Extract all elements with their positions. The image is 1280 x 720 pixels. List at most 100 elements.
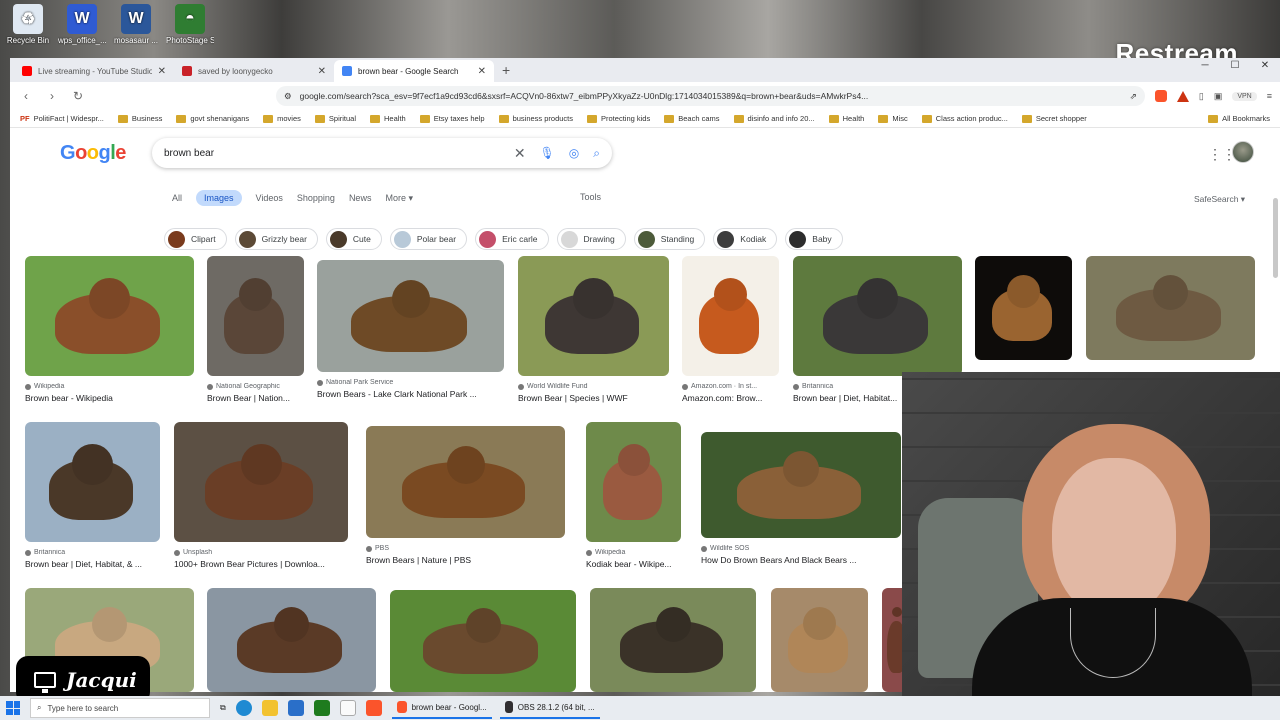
- bookmark-item[interactable]: Protecting kids: [587, 114, 650, 123]
- result-thumbnail[interactable]: [25, 422, 160, 542]
- microphone-icon[interactable]: 🎙: [540, 146, 555, 160]
- result-title[interactable]: Brown Bear | Species | WWF: [518, 393, 669, 403]
- image-result[interactable]: Britannica Brown bear | Diet, Habitat, & …: [25, 422, 160, 569]
- bookmark-item[interactable]: Secret shopper: [1021, 114, 1087, 123]
- bookmark-item[interactable]: PF PolitiFact | Widespr...: [20, 114, 104, 123]
- result-thumbnail[interactable]: [366, 426, 565, 538]
- taskbar-app[interactable]: OBS 28.1.2 (64 bit, ...: [499, 697, 600, 719]
- wallet-icon[interactable]: ▣: [1214, 91, 1223, 102]
- image-result[interactable]: Wikipedia Kodiak bear - Wikipe...: [586, 422, 681, 569]
- bookmark-item[interactable]: Etsy taxes help: [419, 114, 485, 123]
- refinement-chip[interactable]: Drawing: [556, 228, 626, 250]
- bookmark-item[interactable]: Health: [828, 114, 864, 123]
- refinement-chip[interactable]: Grizzly bear: [234, 228, 318, 250]
- image-result[interactable]: World Wildlife Fund Brown Bear | Species …: [518, 256, 669, 403]
- result-thumbnail[interactable]: [1086, 256, 1255, 360]
- mail-icon[interactable]: [287, 700, 304, 716]
- result-thumbnail[interactable]: [682, 256, 779, 376]
- browser-tab[interactable]: brown bear - Google Search ✕: [334, 60, 494, 82]
- brave-icon[interactable]: [365, 700, 382, 716]
- close-window-button[interactable]: ✕: [1250, 60, 1280, 71]
- image-result[interactable]: Unsplash 1000+ Brown Bear Pictures | Down…: [174, 422, 348, 569]
- edge-icon[interactable]: [235, 700, 252, 716]
- close-tab-icon[interactable]: ✕: [158, 66, 166, 77]
- result-thumbnail[interactable]: [771, 588, 868, 692]
- result-thumbnail[interactable]: [518, 256, 669, 376]
- image-result[interactable]: [390, 590, 576, 692]
- close-tab-icon[interactable]: ✕: [478, 66, 486, 77]
- image-result[interactable]: Amazon.com · In st... Amazon.com: Brow...: [682, 256, 779, 403]
- windows-start-icon[interactable]: [6, 701, 20, 715]
- tools-button[interactable]: Tools: [580, 192, 601, 202]
- back-icon[interactable]: ‹: [18, 89, 34, 103]
- result-title[interactable]: Amazon.com: Brow...: [682, 393, 779, 403]
- result-thumbnail[interactable]: [793, 256, 962, 376]
- bookmark-item[interactable]: Health: [370, 114, 406, 123]
- file-explorer-icon[interactable]: [261, 700, 278, 716]
- brave-shields-icon[interactable]: [1154, 90, 1167, 102]
- share-icon[interactable]: ⇗: [1130, 91, 1137, 102]
- result-thumbnail[interactable]: [25, 256, 194, 376]
- image-result[interactable]: National Park Service Brown Bears - Lake …: [317, 260, 504, 399]
- all-bookmarks[interactable]: All Bookmarks: [1208, 114, 1270, 123]
- brave-rewards-icon[interactable]: [1176, 90, 1189, 102]
- result-title[interactable]: Kodiak bear - Wikipe...: [586, 559, 681, 569]
- image-result[interactable]: [207, 588, 376, 692]
- result-thumbnail[interactable]: [390, 590, 576, 692]
- bookmark-item[interactable]: Class action produc...: [921, 114, 1008, 123]
- task-view-icon[interactable]: ⧉: [220, 703, 226, 713]
- image-result[interactable]: [1086, 256, 1255, 360]
- refinement-chip[interactable]: Eric carle: [475, 228, 549, 250]
- search-input[interactable]: brown bear: [164, 148, 514, 159]
- taskbar-app[interactable]: brown bear - Googl...: [391, 697, 492, 719]
- refinement-chip[interactable]: Clipart: [164, 228, 227, 250]
- image-result[interactable]: PBS Brown Bears | Nature | PBS: [366, 426, 565, 565]
- desktop-icon[interactable]: Wmosasaur ...: [112, 4, 160, 54]
- result-thumbnail[interactable]: [590, 588, 756, 692]
- forward-icon[interactable]: ›: [44, 89, 60, 103]
- search-tab[interactable]: More ▾: [385, 193, 413, 204]
- image-result[interactable]: [975, 256, 1072, 360]
- result-thumbnail[interactable]: [701, 432, 901, 538]
- taskbar-search[interactable]: ⌕ Type here to search: [30, 698, 210, 718]
- new-tab-button[interactable]: +: [494, 62, 518, 82]
- xbox-icon[interactable]: [313, 700, 330, 716]
- bookmark-item[interactable]: govt shenanigans: [176, 114, 249, 123]
- google-logo[interactable]: Google: [60, 142, 126, 165]
- address-bar[interactable]: ⚙ google.com/search?sca_esv=9f7ecf1a9cd9…: [276, 86, 1145, 106]
- minimize-button[interactable]: ─: [1190, 60, 1220, 71]
- result-title[interactable]: 1000+ Brown Bear Pictures | Downloa...: [174, 559, 348, 569]
- refinement-chip[interactable]: Baby: [785, 228, 843, 250]
- bookmark-item[interactable]: Misc: [878, 114, 908, 123]
- result-title[interactable]: Brown bear | Diet, Habitat, & ...: [25, 559, 160, 569]
- refinement-chip[interactable]: Cute: [325, 228, 382, 250]
- bookmark-item[interactable]: Beach cams: [664, 114, 720, 123]
- result-thumbnail[interactable]: [207, 256, 304, 376]
- clear-icon[interactable]: ✕: [514, 145, 526, 162]
- refinement-chip[interactable]: Standing: [633, 228, 706, 250]
- sidebar-icon[interactable]: ▯: [1199, 91, 1204, 102]
- refinement-chip[interactable]: Polar bear: [389, 228, 468, 250]
- bookmark-item[interactable]: Spiritual: [314, 114, 356, 123]
- desktop-icon[interactable]: ◓ PhotoStage Slideshow...: [166, 4, 214, 54]
- maximize-button[interactable]: ☐: [1220, 60, 1250, 71]
- image-result[interactable]: Wildlife SOS How Do Brown Bears And Black…: [701, 432, 901, 565]
- result-thumbnail[interactable]: [317, 260, 504, 372]
- search-tab[interactable]: Videos: [256, 193, 283, 203]
- close-tab-icon[interactable]: ✕: [318, 66, 326, 77]
- browser-tab[interactable]: Live streaming - YouTube Studio ✕: [14, 60, 174, 82]
- reload-icon[interactable]: ↻: [70, 89, 86, 103]
- result-thumbnail[interactable]: [207, 588, 376, 692]
- result-title[interactable]: How Do Brown Bears And Black Bears ...: [701, 555, 901, 565]
- search-tab[interactable]: All: [172, 193, 182, 203]
- bookmark-item[interactable]: business products: [498, 114, 573, 123]
- safesearch-button[interactable]: SafeSearch ▾: [1194, 194, 1245, 205]
- menu-icon[interactable]: ≡: [1267, 91, 1272, 101]
- vpn-button[interactable]: VPN: [1232, 91, 1257, 101]
- image-result[interactable]: Wikipedia Brown bear - Wikipedia: [25, 256, 194, 403]
- result-title[interactable]: Brown Bears | Nature | PBS: [366, 555, 565, 565]
- result-thumbnail[interactable]: [586, 422, 681, 542]
- search-box[interactable]: brown bear ✕ 🎙 ◎ ⌕: [152, 138, 612, 168]
- image-result[interactable]: National Geographic Brown Bear | Nation..…: [207, 256, 304, 403]
- bookmark-item[interactable]: movies: [263, 114, 301, 123]
